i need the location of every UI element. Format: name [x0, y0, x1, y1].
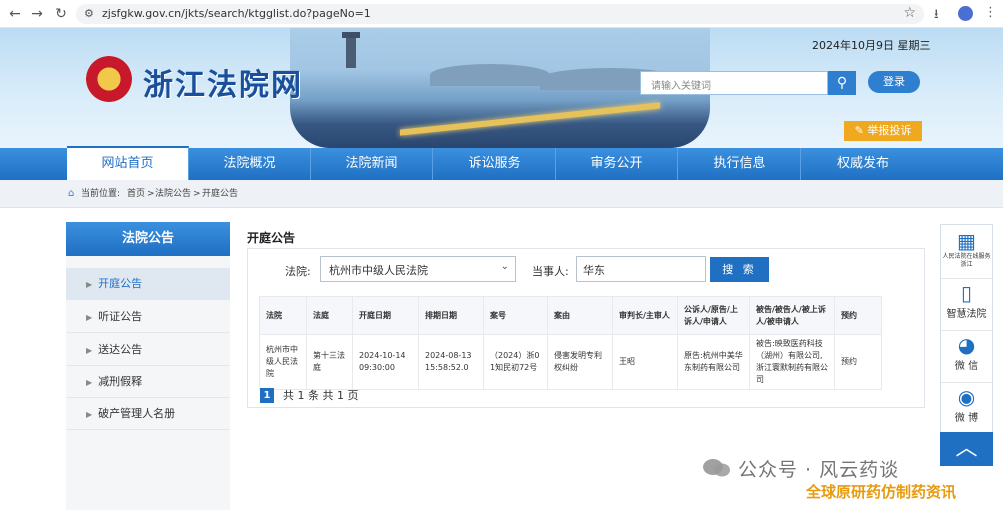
site-title[interactable]: 浙江法院网	[143, 60, 303, 104]
pager-summary: 共 1 条 共 1 页	[283, 389, 359, 402]
court-select[interactable]: 杭州市中级人民法院 ⌄	[320, 256, 516, 282]
menu-kebab-icon[interactable]: ⋮	[984, 5, 997, 20]
address-bar[interactable]: ⚙ zjsfgkw.gov.cn/jkts/search/ktgglist.do…	[76, 4, 924, 24]
report-complaint-button[interactable]: ✎ 举报投诉	[844, 121, 922, 141]
home-icon: ⌂	[68, 188, 75, 199]
col-case-no: 案号	[483, 296, 548, 335]
search-button[interactable]: 搜 索	[710, 257, 769, 282]
hearing-table: 法院 法庭 开庭日期 排期日期 案号 案由 审判长/主审人 公诉人/原告/上诉人…	[259, 296, 882, 390]
nav-court-overview[interactable]: 法院概况	[189, 148, 311, 180]
col-courtroom: 法庭	[306, 296, 353, 335]
nav-court-news[interactable]: 法院新闻	[311, 148, 433, 180]
cell-plaintiff: 原告:杭州中美华东制药有限公司	[677, 334, 750, 390]
sidebar-item-commutation-parole[interactable]: ▶ 减刑假释	[66, 366, 230, 398]
nav-litigation-service[interactable]: 诉讼服务	[434, 148, 556, 180]
cell-schedule-date: 2024-08-13 15:58:52.0	[418, 334, 484, 390]
bookmark-star-icon[interactable]: ☆	[903, 5, 916, 21]
chevron-down-icon: ⌄	[500, 261, 509, 272]
left-sidebar: 法院公告 ▶ 开庭公告 ▶ 听证公告 ▶ 送达公告 ▶ 减刑假释 ▶ 破产管理人名册	[66, 222, 230, 510]
phone-icon: ▯	[960, 281, 972, 305]
login-button[interactable]: 登录	[868, 71, 920, 93]
watermark-tagline: 全球原研药仿制药资讯	[806, 483, 957, 501]
download-icon[interactable]: ⭳	[934, 5, 939, 27]
col-defendant: 被告/被告人/被上诉人/被申请人	[749, 296, 835, 335]
col-cause: 案由	[547, 296, 613, 335]
court-label: 法院:	[285, 265, 311, 278]
cell-hearing-date: 2024-10-14 09:30:00	[352, 334, 419, 390]
nav-home[interactable]: 网站首页	[67, 146, 189, 180]
right-float-toolbar: ▦ 人民法院在线服务浙江 ▯ 智慧法院 ◕ 微 信 ◉ 微 博	[940, 224, 993, 464]
weibo-link[interactable]: ◉ 微 博	[941, 385, 992, 433]
triangle-right-icon: ▶	[86, 346, 93, 355]
col-plaintiff: 公诉人/原告/上诉人/申请人	[677, 296, 750, 335]
reservation-link[interactable]: 预约	[834, 334, 882, 390]
page-title: 开庭公告	[247, 231, 296, 245]
search-icon[interactable]: ⚲	[828, 71, 856, 95]
sidebar-item-hearing-announcement[interactable]: ▶ 听证公告	[66, 301, 230, 333]
site-info-icon[interactable]: ⚙	[84, 7, 94, 20]
breadcrumb-home-link[interactable]: 首页	[127, 180, 145, 208]
url-text[interactable]: zjsfgkw.gov.cn/jkts/search/ktgglist.do?p…	[102, 7, 371, 20]
reload-icon[interactable]: ↻	[52, 5, 70, 23]
wechat-link[interactable]: ◕ 微 信	[941, 333, 992, 383]
weibo-icon: ◉	[957, 385, 976, 409]
pager-current-page[interactable]: 1	[260, 388, 274, 403]
nav-trial-disclosure[interactable]: 审务公开	[556, 148, 678, 180]
wechat-watermark-icon	[703, 459, 730, 477]
triangle-right-icon: ▶	[86, 410, 93, 419]
breadcrumb-label: 当前位置:	[81, 189, 121, 199]
party-label: 当事人:	[532, 265, 569, 278]
triangle-right-icon: ▶	[86, 378, 93, 387]
table-row: 杭州市中级人民法院 第十三法庭 2024-10-14 09:30:00 2024…	[259, 334, 882, 390]
profile-avatar[interactable]	[958, 6, 973, 21]
online-service-link[interactable]: ▦ 人民法院在线服务浙江	[941, 229, 992, 279]
main-nav: 网站首页 法院概况 法院新闻 诉讼服务 审务公开 执行信息 权威发布	[0, 146, 1003, 180]
watermark-account: 公众号 · 风云药谈	[738, 459, 900, 481]
search-input[interactable]: 请输入关键词	[640, 71, 828, 95]
cell-case-no: （2024）浙01知民初72号	[483, 334, 548, 390]
cell-court: 杭州市中级人民法院	[259, 334, 307, 390]
national-emblem-icon[interactable]	[86, 56, 132, 102]
col-hearing-date: 开庭日期	[352, 296, 419, 335]
cell-courtroom: 第十三法庭	[306, 334, 353, 390]
breadcrumb-separator: >	[193, 189, 201, 199]
col-court: 法院	[259, 296, 307, 335]
breadcrumb: ⌂ 当前位置: 首页 > 法院公告 > 开庭公告	[0, 180, 1003, 208]
back-to-top-button[interactable]: ︿	[940, 432, 993, 466]
back-icon[interactable]: ←	[6, 5, 24, 23]
browser-toolbar: ← → ↻ ⚙ zjsfgkw.gov.cn/jkts/search/ktggl…	[0, 0, 1003, 28]
col-schedule-date: 排期日期	[418, 296, 484, 335]
qr-code-icon: ▦	[957, 229, 976, 253]
sidebar-item-bankruptcy-admin[interactable]: ▶ 破产管理人名册	[66, 398, 230, 430]
nav-authoritative-release[interactable]: 权威发布	[802, 148, 924, 180]
col-judge: 审判长/主审人	[612, 296, 678, 335]
triangle-right-icon: ▶	[86, 313, 93, 322]
party-input[interactable]: 华东	[576, 256, 706, 282]
sidebar-item-service-notice[interactable]: ▶ 送达公告	[66, 334, 230, 366]
breadcrumb-current: 开庭公告	[202, 189, 239, 199]
cell-cause: 侵害发明专利权纠纷	[547, 334, 613, 390]
header-banner: 浙江法院网 2024年10月9日 星期三 请输入关键词 ⚲ 登录 ✎ 举报投诉	[0, 28, 1003, 148]
chevron-up-icon: ︿	[955, 436, 978, 461]
pagoda-image	[342, 32, 360, 68]
cell-judge: 王昭	[612, 334, 678, 390]
col-reservation: 预约	[834, 296, 882, 335]
table-header-row: 法院 法庭 开庭日期 排期日期 案号 案由 审判长/主审人 公诉人/原告/上诉人…	[259, 296, 882, 335]
breadcrumb-court-notice-link[interactable]: 法院公告	[155, 180, 191, 208]
nav-execution-info[interactable]: 执行信息	[679, 148, 801, 180]
sidebar-item-hearing-notice[interactable]: ▶ 开庭公告	[66, 268, 230, 300]
triangle-right-icon: ▶	[86, 280, 93, 289]
header-date: 2024年10月9日 星期三	[812, 39, 931, 52]
forward-icon[interactable]: →	[28, 5, 46, 23]
cell-defendant: 被告:映致医药科技（湖州）有限公司,浙江寰默制药有限公司	[749, 334, 835, 390]
sidebar-title: 法院公告	[66, 222, 230, 256]
breadcrumb-separator: >	[147, 189, 155, 199]
wechat-icon: ◕	[957, 333, 976, 357]
smart-court-link[interactable]: ▯ 智慧法院	[941, 281, 992, 331]
